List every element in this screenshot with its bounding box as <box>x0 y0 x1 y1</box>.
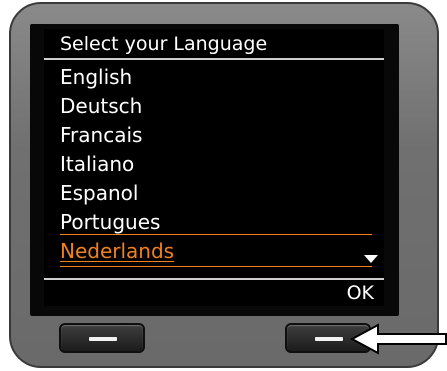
language-item-nederlands[interactable]: Nederlands <box>60 234 372 267</box>
language-item-deutsch[interactable]: Deutsch <box>60 92 372 121</box>
screen-title: Select your Language <box>44 29 384 60</box>
language-item-italiano[interactable]: Italiano <box>60 150 372 179</box>
ok-softkey-label: OK <box>346 282 374 304</box>
minus-icon <box>315 337 343 341</box>
language-item-francais[interactable]: Francais <box>60 121 372 150</box>
language-label: Deutsch <box>60 94 143 118</box>
language-item-portugues[interactable]: Portugues <box>60 208 372 237</box>
language-label: Espanol <box>60 181 139 205</box>
display-screen: Select your Language English Deutsch Fra… <box>44 29 384 306</box>
pointer-arrow-icon <box>350 323 447 355</box>
language-item-espanol[interactable]: Espanol <box>60 179 372 208</box>
left-softkey-button[interactable] <box>59 323 145 353</box>
language-label-selected: Nederlands <box>60 239 175 263</box>
language-label: English <box>60 65 133 89</box>
language-label: Francais <box>60 123 143 147</box>
minus-icon <box>89 337 117 341</box>
language-item-english[interactable]: English <box>60 63 372 92</box>
language-label: Italiano <box>60 152 135 176</box>
scroll-down-icon <box>364 255 378 263</box>
language-label: Portugues <box>60 210 161 234</box>
softkey-bar: OK <box>44 278 384 306</box>
language-list: English Deutsch Francais Italiano Espano… <box>60 63 372 267</box>
